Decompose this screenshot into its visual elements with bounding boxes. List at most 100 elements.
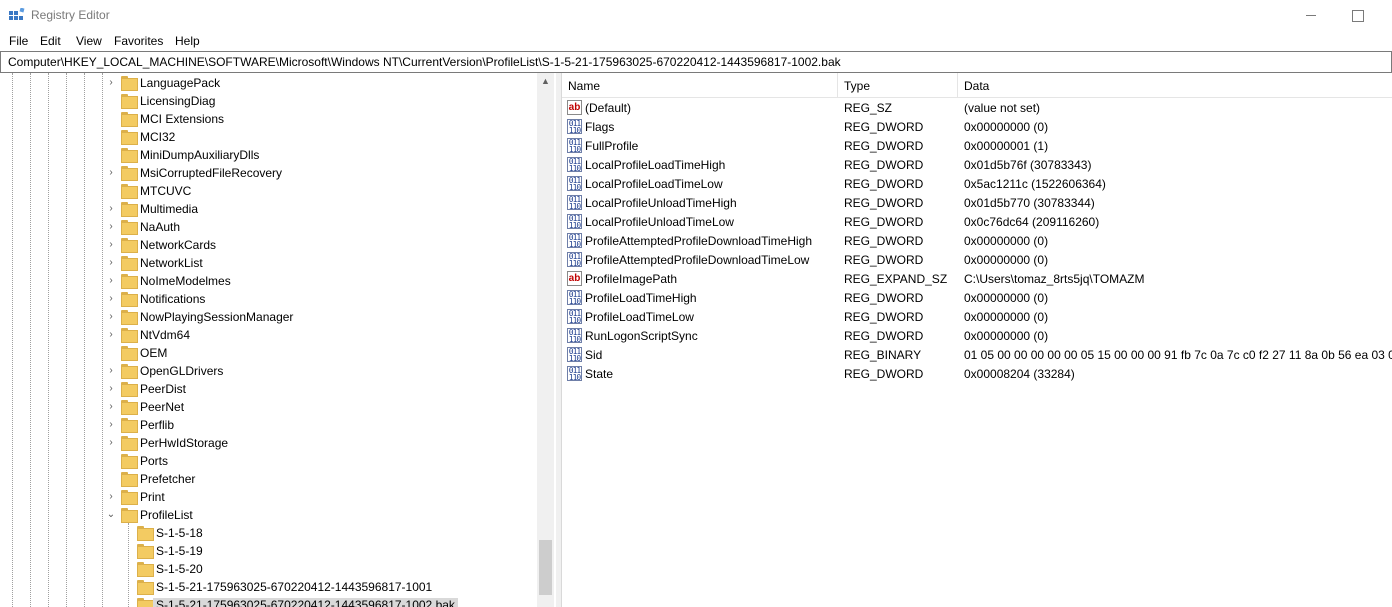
chevron-right-icon[interactable]: › — [106, 329, 116, 341]
value-row[interactable]: 011 110 Flags REG_DWORD 0x00000000 (0) — [562, 117, 1392, 136]
tree-item[interactable]: MTCUVC — [0, 182, 540, 200]
chevron-right-icon[interactable]: › — [106, 239, 116, 251]
folder-icon — [121, 76, 138, 91]
tree-item-label: Multimedia — [140, 202, 199, 216]
tree-item[interactable]: ⌄ ProfileList — [0, 506, 540, 524]
chevron-right-icon[interactable]: › — [106, 167, 116, 179]
value-type: REG_DWORD — [844, 291, 924, 305]
scrollbar-thumb[interactable] — [539, 540, 552, 595]
chevron-right-icon[interactable]: › — [106, 365, 116, 377]
value-row[interactable]: 011 110 ProfileAttemptedProfileDownloadTi… — [562, 250, 1392, 269]
value-row[interactable]: 011 110 ProfileLoadTimeHigh REG_DWORD 0x000… — [562, 288, 1392, 307]
maximize-button[interactable] — [1334, 0, 1380, 31]
tree-item[interactable]: › OpenGLDrivers — [0, 362, 540, 380]
tree-item[interactable]: S-1-5-21-175963025-670220412-1443596817-… — [0, 578, 540, 596]
value-row[interactable]: 011 110 FullProfile REG_DWORD 0x00000001 (1… — [562, 136, 1392, 155]
chevron-right-icon[interactable]: › — [106, 77, 116, 89]
chevron-right-icon[interactable]: › — [106, 275, 116, 287]
chevron-right-icon[interactable]: › — [106, 221, 116, 233]
tree-item[interactable]: › PerHwIdStorage — [0, 434, 540, 452]
tree-item[interactable]: › NoImeModelmes — [0, 272, 540, 290]
tree-item[interactable]: › NowPlayingSessionManager — [0, 308, 540, 326]
value-data: 0x00000000 (0) — [964, 234, 1049, 248]
tree-item[interactable]: › PeerNet — [0, 398, 540, 416]
value-data: 0x01d5b770 (30783344) — [964, 196, 1095, 210]
tree-item[interactable]: S-1-5-18 — [0, 524, 540, 542]
value-row[interactable]: 011 110 ProfileLoadTimeLow REG_DWORD 0x0000… — [562, 307, 1392, 326]
chevron-right-icon[interactable]: › — [106, 383, 116, 395]
menu-edit[interactable]: Edit — [40, 34, 61, 48]
registry-editor-icon — [9, 8, 25, 20]
tree-item[interactable]: › NaAuth — [0, 218, 540, 236]
tree-scrollbar[interactable]: ▲ — [537, 73, 554, 607]
minimize-button[interactable] — [1288, 0, 1334, 31]
chevron-right-icon[interactable]: › — [106, 311, 116, 323]
chevron-right-icon[interactable]: › — [106, 491, 116, 503]
value-row[interactable]: 011 110 ProfileAttemptedProfileDownloadTi… — [562, 231, 1392, 250]
tree-item-label: NetworkList — [140, 256, 203, 270]
tree-item[interactable]: S-1-5-21-175963025-670220412-1443596817-… — [0, 596, 540, 607]
menu-file[interactable]: File — [9, 34, 28, 48]
value-type: REG_SZ — [844, 101, 893, 115]
scroll-up-arrow-icon[interactable]: ▲ — [537, 73, 554, 90]
folder-icon — [121, 310, 138, 325]
folder-icon — [121, 472, 138, 487]
value-row[interactable]: 011 110 LocalProfileLoadTimeLow REG_DWORD 0… — [562, 174, 1392, 193]
chevron-right-icon[interactable]: › — [106, 419, 116, 431]
value-row[interactable]: ab (Default) REG_SZ (value not set) — [562, 98, 1392, 117]
tree-item[interactable]: › LanguagePack — [0, 74, 540, 92]
menu-help[interactable]: Help — [175, 34, 200, 48]
value-type: REG_DWORD — [844, 253, 924, 267]
tree-item[interactable]: S-1-5-20 — [0, 560, 540, 578]
address-bar[interactable]: Computer\HKEY_LOCAL_MACHINE\SOFTWARE\Mic… — [0, 51, 1392, 73]
folder-icon — [121, 130, 138, 145]
tree-item[interactable]: OEM — [0, 344, 540, 362]
chevron-right-icon[interactable]: › — [106, 257, 116, 269]
value-row[interactable]: 011 110 LocalProfileUnloadTimeLow REG_DWOR… — [562, 212, 1392, 231]
value-type: REG_BINARY — [844, 348, 922, 362]
tree-item[interactable]: LicensingDiag — [0, 92, 540, 110]
value-row[interactable]: 011 110 LocalProfileUnloadTimeHigh REG_DWO… — [562, 193, 1392, 212]
chevron-right-icon[interactable]: › — [106, 203, 116, 215]
tree-item[interactable]: › NetworkList — [0, 254, 540, 272]
column-header-name[interactable]: Name — [562, 73, 838, 97]
chevron-right-icon[interactable]: › — [106, 401, 116, 413]
tree-item-label: S-1-5-18 — [156, 526, 203, 540]
value-row[interactable]: 011 110 RunLogonScriptSync REG_DWORD 0x0000… — [562, 326, 1392, 345]
tree-item[interactable]: › Multimedia — [0, 200, 540, 218]
value-type: REG_DWORD — [844, 310, 924, 324]
tree-item[interactable]: Prefetcher — [0, 470, 540, 488]
chevron-down-icon[interactable]: ⌄ — [106, 509, 116, 521]
value-name: RunLogonScriptSync — [585, 329, 698, 343]
tree-item[interactable]: › MsiCorruptedFileRecovery — [0, 164, 540, 182]
tree-item[interactable]: › Print — [0, 488, 540, 506]
value-row[interactable]: 011 110 LocalProfileLoadTimeHigh REG_DWORD… — [562, 155, 1392, 174]
value-data: 0x00000000 (0) — [964, 253, 1049, 267]
tree-item[interactable]: › PeerDist — [0, 380, 540, 398]
string-value-icon: ab — [567, 100, 582, 115]
chevron-right-icon[interactable]: › — [106, 293, 116, 305]
value-row[interactable]: ab ProfileImagePath REG_EXPAND_SZ C:\Users\… — [562, 269, 1392, 288]
tree-item[interactable]: MCI32 — [0, 128, 540, 146]
binary-value-icon: 011 110 — [567, 328, 582, 344]
tree-item[interactable]: MiniDumpAuxiliaryDlls — [0, 146, 540, 164]
tree-item[interactable]: › Notifications — [0, 290, 540, 308]
value-row[interactable]: 011 110 Sid REG_BINARY 01 05 00 00 00 00 00… — [562, 345, 1392, 364]
menu-favorites[interactable]: Favorites — [114, 34, 163, 48]
value-type: REG_DWORD — [844, 139, 924, 153]
menu-view[interactable]: View — [76, 34, 102, 48]
tree-item[interactable]: › NetworkCards — [0, 236, 540, 254]
tree-item[interactable]: › NtVdm64 — [0, 326, 540, 344]
column-header-data[interactable]: Data — [958, 73, 1392, 97]
column-header-type[interactable]: Type — [838, 73, 958, 97]
tree-item[interactable]: › Perflib — [0, 416, 540, 434]
tree-item[interactable]: S-1-5-19 — [0, 542, 540, 560]
tree-item-label: S-1-5-20 — [156, 562, 203, 576]
tree-item[interactable]: MCI Extensions — [0, 110, 540, 128]
address-path: Computer\HKEY_LOCAL_MACHINE\SOFTWARE\Mic… — [8, 55, 841, 69]
value-row[interactable]: 011 110 State REG_DWORD 0x00008204 (33284) — [562, 364, 1392, 383]
tree-item[interactable]: Ports — [0, 452, 540, 470]
binary-value-icon: 011 110 — [567, 290, 582, 306]
chevron-right-icon[interactable]: › — [106, 437, 116, 449]
folder-icon — [137, 544, 154, 559]
